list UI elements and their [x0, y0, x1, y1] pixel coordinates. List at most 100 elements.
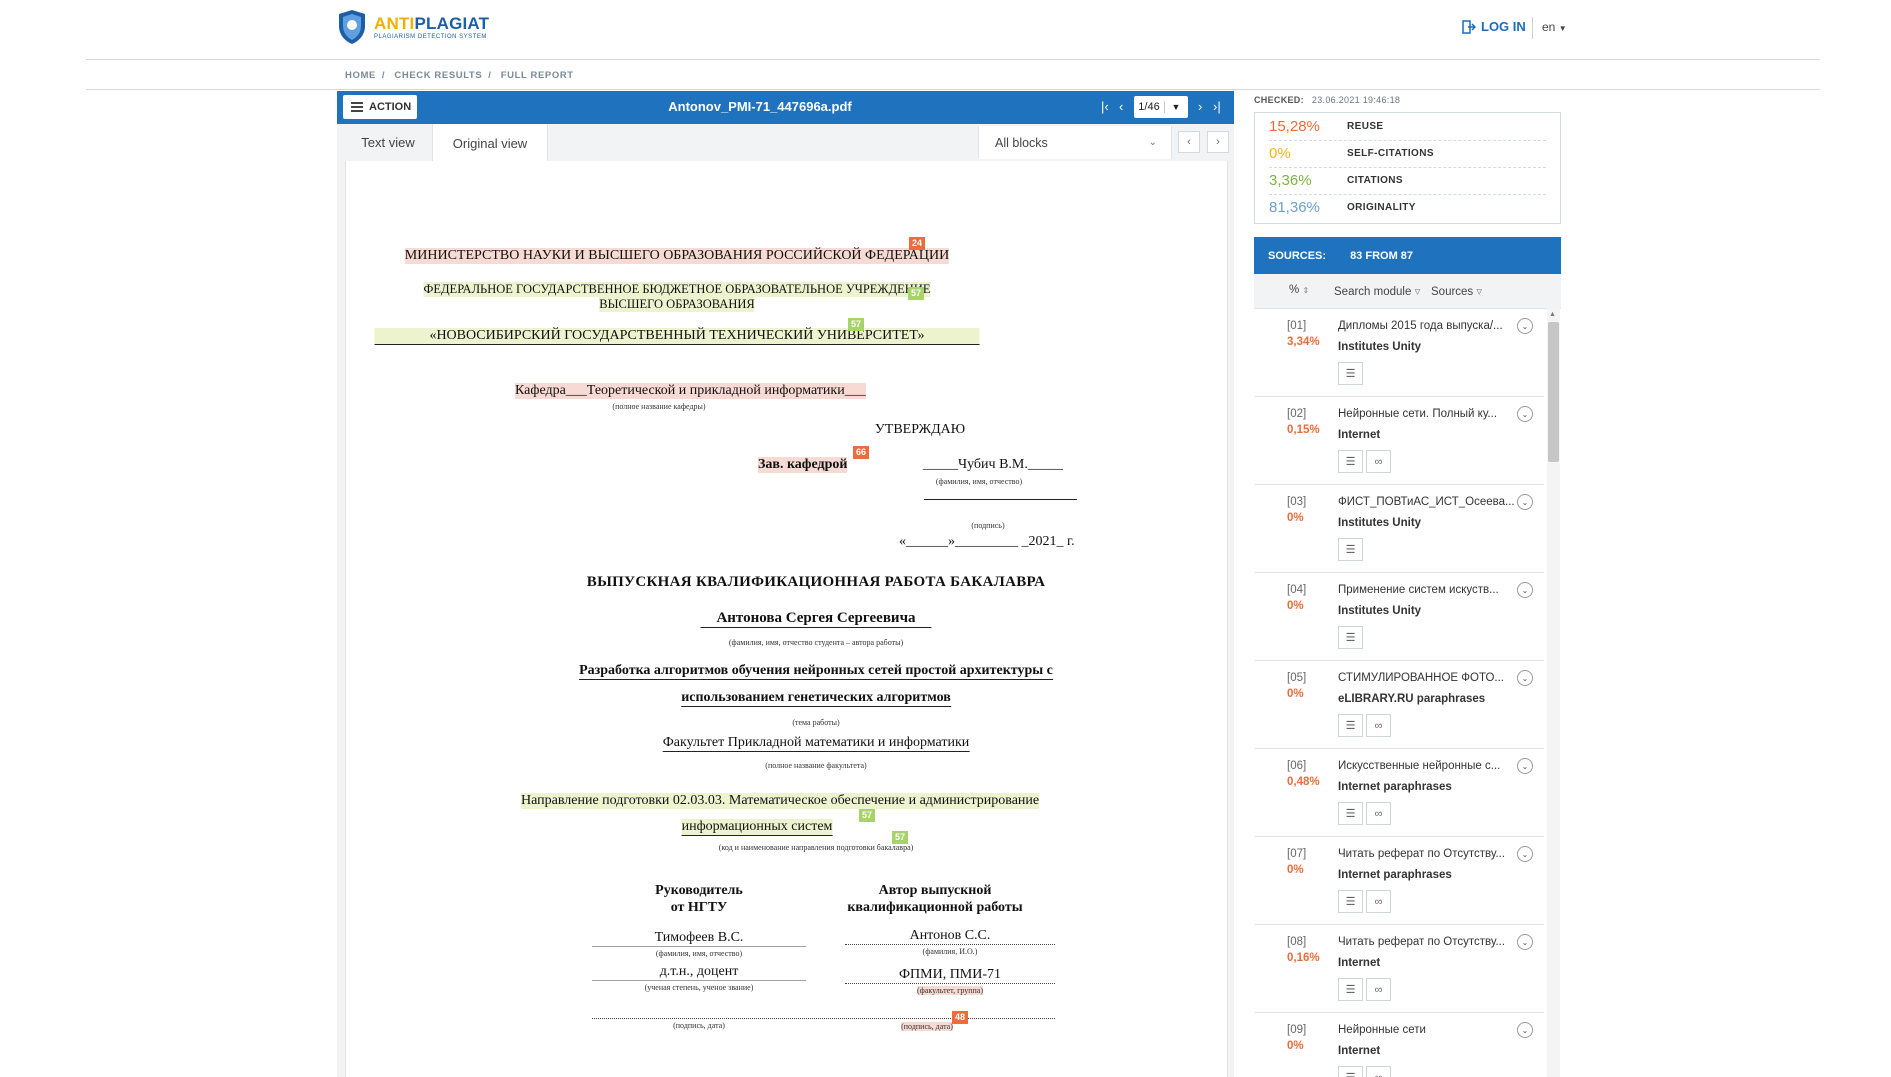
doc-name-hint: (фамилия, имя, отчество) [935, 477, 1023, 486]
tab-original-view[interactable]: Original view [432, 124, 548, 162]
source-title[interactable]: СТИМУЛИРОВАННОЕ ФОТО... [1338, 672, 1516, 684]
match-badge[interactable]: 57 [848, 318, 865, 331]
breadcrumb-home[interactable]: HOME [345, 70, 376, 81]
source-item[interactable]: [04] 0% Применение систем искуств... Instit… [1254, 572, 1544, 661]
breadcrumb-full-report: FULL REPORT [500, 70, 574, 81]
antiplagiat-logo[interactable]: ANTIPLAGIAT PLAGIARISM DETECTION SYSTEM [338, 8, 489, 46]
book-icon[interactable]: ☰ [1338, 362, 1363, 385]
breadcrumb-check-results[interactable]: CHECK RESULTS [394, 70, 482, 81]
source-title[interactable]: Нейронные сети. Полный ку... [1338, 408, 1516, 420]
source-number: [07] [1287, 848, 1307, 860]
link-icon[interactable]: ∞ [1366, 1066, 1391, 1077]
login-label: LOG IN [1481, 19, 1526, 34]
first-page-icon[interactable]: |‹ [1101, 99, 1109, 114]
doc-direction-line-1[interactable]: Направление подготовки 02.03.03. Математ… [521, 793, 1040, 809]
chevron-down-icon[interactable]: ⌄ [1517, 406, 1533, 422]
stat-citations[interactable]: 3,36% CITATIONS [1269, 167, 1546, 195]
chevron-down-icon[interactable]: ⌄ [1517, 758, 1533, 774]
hamburger-icon [351, 100, 363, 114]
source-item[interactable]: [09] 0% Нейронные сети Internet ⌄ ☰∞ [1254, 1012, 1544, 1077]
source-item[interactable]: [02] 0,15% Нейронные сети. Полный ку... Int… [1254, 396, 1544, 485]
match-badge[interactable]: 48 [952, 1011, 969, 1024]
source-title[interactable]: Читать реферат по Отсутству... [1338, 936, 1516, 948]
source-title[interactable]: Применение систем искуств... [1338, 584, 1516, 596]
doc-head-label[interactable]: Зав. кафедрой [758, 457, 848, 473]
doc-direction-line-2[interactable]: информационных систем [681, 819, 833, 836]
stat-reuse[interactable]: 15,28% REUSE [1269, 113, 1546, 141]
source-number: [02] [1287, 408, 1307, 420]
page-selector[interactable]: 1/46 ▼ [1134, 96, 1188, 118]
blocks-select[interactable]: All blocks ⌄ [978, 126, 1172, 159]
source-item[interactable]: [05] 0% СТИМУЛИРОВАННОЕ ФОТО... eLIBRARY.RU… [1254, 660, 1544, 749]
scroll-up-icon[interactable]: ▲ [1549, 311, 1556, 318]
doc-department-line[interactable]: Кафедра___Теоретической и прикладной инф… [515, 383, 866, 399]
chevron-down-icon[interactable]: ⌄ [1517, 934, 1533, 950]
book-icon[interactable]: ☰ [1338, 626, 1363, 649]
sort-percent-column[interactable]: % ⇕ [1289, 284, 1309, 296]
source-title[interactable]: Читать реферат по Отсутству... [1338, 848, 1516, 860]
chevron-down-icon[interactable]: ⌄ [1517, 1022, 1533, 1038]
next-page-icon[interactable]: › [1198, 99, 1202, 114]
chevron-down-icon[interactable]: ⌄ [1517, 846, 1533, 862]
stat-originality[interactable]: 81,36% ORIGINALITY [1269, 194, 1546, 221]
link-icon[interactable]: ∞ [1366, 714, 1391, 737]
doc-direction-hint: (код и наименование направления подготов… [718, 843, 914, 852]
doc-institution-line-1[interactable]: ФЕДЕРАЛЬНОЕ ГОСУДАРСТВЕННОЕ БЮДЖЕТНОЕ ОБ… [423, 282, 931, 297]
chevron-down-icon[interactable]: ⌄ [1517, 670, 1533, 686]
book-icon[interactable]: ☰ [1338, 978, 1363, 1001]
source-percent: 3,34% [1287, 336, 1320, 348]
source-module: Internet paraphrases [1338, 781, 1452, 793]
link-icon[interactable]: ∞ [1366, 802, 1391, 825]
language-selector[interactable]: en ▼ [1542, 20, 1567, 34]
stat-value: 81,36% [1269, 199, 1320, 216]
match-badge[interactable]: 57 [859, 809, 876, 822]
doc-institution-line-2[interactable]: ВЫСШЕГО ОБРАЗОВАНИЯ [599, 297, 755, 312]
source-number: [09] [1287, 1024, 1307, 1036]
source-item[interactable]: [06] 0,48% Искусственные нейронные с... Int… [1254, 748, 1544, 837]
book-icon[interactable]: ☰ [1338, 890, 1363, 913]
match-badge[interactable]: 24 [909, 237, 926, 250]
tab-text-view[interactable]: Text view [345, 124, 431, 161]
chevron-down-icon[interactable]: ⌄ [1517, 318, 1533, 334]
login-button[interactable]: LOG IN [1462, 19, 1526, 34]
chevron-down-icon[interactable]: ⌄ [1517, 494, 1533, 510]
book-icon[interactable]: ☰ [1338, 1066, 1363, 1077]
match-badge[interactable]: 66 [853, 446, 870, 459]
source-title[interactable]: ФИСТ_ПОВТиАС_ИСТ_Осеева... [1338, 496, 1516, 508]
doc-supervisor-title-1: Руководитель [655, 883, 743, 898]
source-title[interactable]: Дипломы 2015 года выпуска/... [1338, 320, 1516, 332]
source-item[interactable]: [08] 0,16% Читать реферат по Отсутству... I… [1254, 924, 1544, 1013]
book-icon[interactable]: ☰ [1338, 538, 1363, 561]
source-title[interactable]: Нейронные сети [1338, 1024, 1516, 1036]
stat-value: 15,28% [1269, 118, 1320, 135]
previous-page-icon[interactable]: ‹ [1119, 99, 1123, 114]
doc-ministry-line[interactable]: МИНИСТЕРСТВО НАУКИ И ВЫСШЕГО ОБРАЗОВАНИЯ… [404, 248, 950, 264]
filter-search-module-column[interactable]: Search module ▿ [1334, 284, 1420, 298]
previous-block-button[interactable]: ‹ [1178, 131, 1200, 153]
book-icon[interactable]: ☰ [1338, 802, 1363, 825]
source-module: Internet [1338, 429, 1381, 441]
source-item[interactable]: [01] 3,34% Дипломы 2015 года выпуска/... In… [1254, 308, 1544, 397]
source-item[interactable]: [07] 0% Читать реферат по Отсутству... Inte… [1254, 836, 1544, 925]
next-block-button[interactable]: › [1207, 131, 1229, 153]
link-icon[interactable]: ∞ [1366, 978, 1391, 1001]
source-title[interactable]: Искусственные нейронные с... [1338, 760, 1516, 772]
sources-label: SOURCES: [1268, 249, 1327, 262]
filter-icon: ▿ [1476, 286, 1483, 298]
source-percent: 0% [1287, 688, 1304, 700]
match-badge[interactable]: 57 [908, 287, 925, 300]
link-icon[interactable]: ∞ [1366, 890, 1391, 913]
book-icon[interactable]: ☰ [1338, 714, 1363, 737]
book-icon[interactable]: ☰ [1338, 450, 1363, 473]
doc-supervisor-degree: д.т.н., доцент [592, 964, 806, 981]
last-page-icon[interactable]: ›| [1213, 99, 1221, 114]
chevron-down-icon[interactable]: ⌄ [1517, 582, 1533, 598]
doc-university-line[interactable]: «НОВОСИБИРСКИЙ ГОСУДАРСТВЕННЫЙ ТЕХНИЧЕСК… [374, 328, 980, 345]
breadcrumb: HOME / CHECK RESULTS / FULL REPORT [345, 70, 580, 81]
stat-self-citations[interactable]: 0% SELF-CITATIONS [1269, 140, 1546, 168]
link-icon[interactable]: ∞ [1366, 450, 1391, 473]
filter-sources-column[interactable]: Sources ▿ [1431, 284, 1482, 298]
source-item[interactable]: [03] 0% ФИСТ_ПОВТиАС_ИСТ_Осеева... Institut… [1254, 484, 1544, 573]
action-menu-button[interactable]: ACTION [343, 95, 417, 119]
scrollbar-thumb[interactable] [1548, 322, 1559, 462]
